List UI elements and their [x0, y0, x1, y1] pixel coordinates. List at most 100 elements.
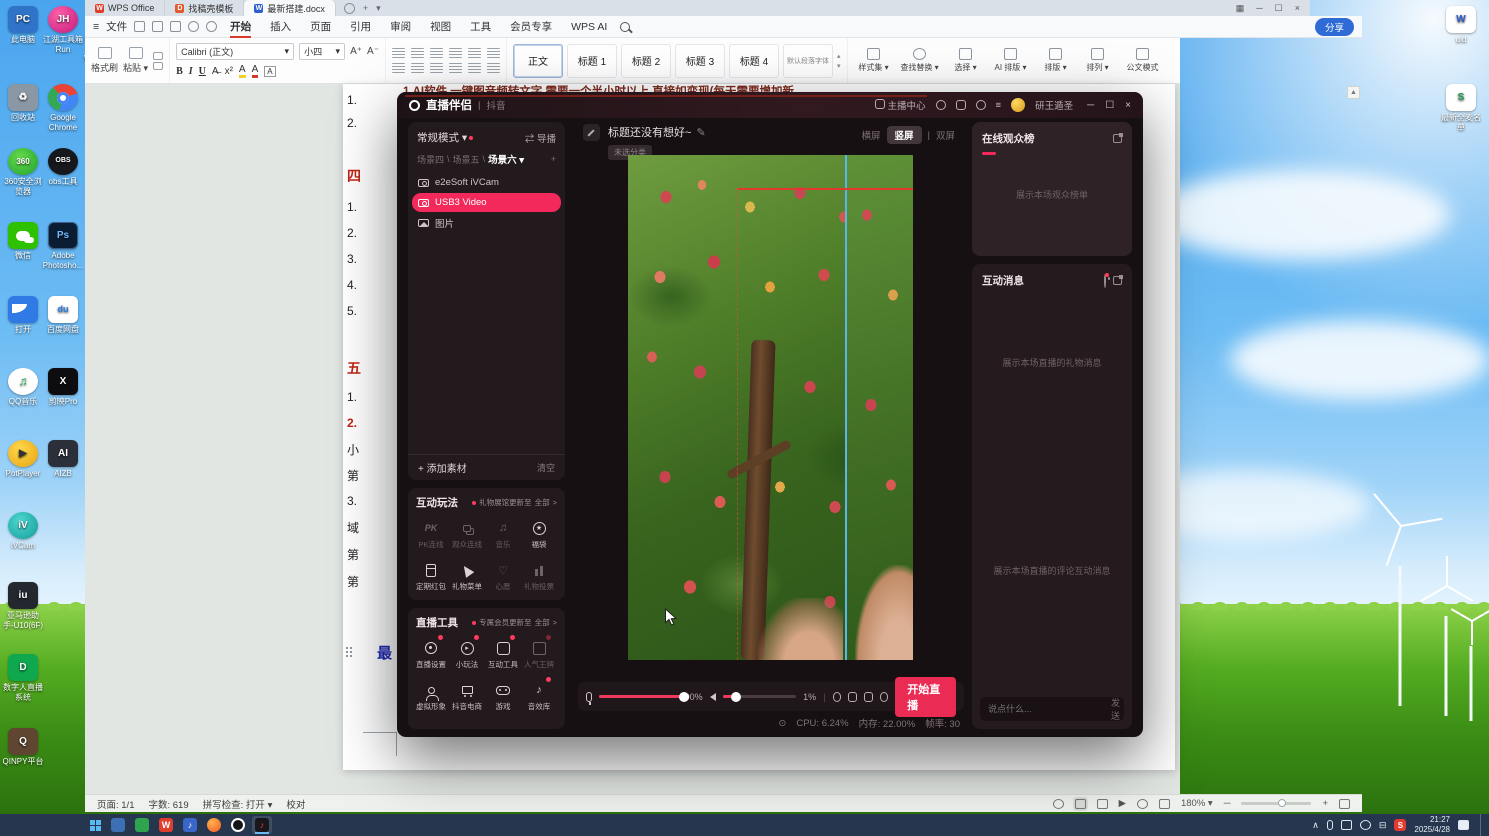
edit-title-icon[interactable]	[583, 124, 600, 141]
style-normal[interactable]: 正文	[512, 43, 563, 78]
zoom-out-button[interactable]: ─	[1224, 798, 1231, 809]
font-size-select[interactable]: 小四 ▾	[299, 43, 346, 60]
desktop-icon-chrome[interactable]: Google Chrome	[42, 84, 84, 132]
zoom-slider[interactable]	[1241, 799, 1312, 807]
ai-layout-button[interactable]: AI 排版 ▾	[988, 48, 1034, 73]
scene-tab-6-active[interactable]: 场景六 ▾	[488, 152, 524, 166]
taskbar-green-app[interactable]	[132, 816, 152, 834]
tool-popularity-card[interactable]: 人气王牌	[521, 634, 557, 676]
arrange-button[interactable]: 排列 ▾	[1078, 48, 1118, 73]
desktop-icon-baidu-netdisk[interactable]: du 百度网盘	[42, 296, 84, 335]
taskbar-live-companion-active[interactable]: ♪	[252, 816, 272, 834]
menu-tab-home[interactable]: 开始	[224, 17, 257, 38]
message-settings[interactable]	[1104, 272, 1109, 288]
send-button[interactable]: 发送	[1111, 696, 1120, 722]
stream-title[interactable]: 标题还没有想好~ ✎	[608, 124, 706, 140]
desktop-icon-jianghu-toolbox[interactable]: JH 江湖工具箱 Run	[42, 6, 84, 54]
desktop-icon-qinpy[interactable]: Q QINPY平台	[2, 728, 44, 767]
border-icon[interactable]	[486, 63, 500, 73]
scene-tab-5[interactable]: 场景五	[453, 153, 480, 166]
play-view-icon[interactable]: ▶	[1119, 798, 1126, 809]
wps-doc-tab-template[interactable]: D 找稿壳模板	[165, 0, 245, 16]
style-heading-3[interactable]: 标题 3	[674, 43, 725, 78]
annotate-icon[interactable]	[1158, 798, 1170, 809]
desktop-icon-potplayer[interactable]: ▶ PotPlayer	[2, 440, 44, 479]
save-icon[interactable]	[134, 21, 146, 32]
print-icon[interactable]	[170, 21, 182, 32]
taskbar-file-explorer[interactable]	[108, 816, 128, 834]
styles-scroll[interactable]: ▴ ▾	[837, 52, 841, 70]
bullet-list-icon[interactable]	[391, 48, 405, 58]
mode-dual[interactable]: 双屏	[936, 128, 955, 142]
director-button[interactable]: ⇄ 导播	[525, 131, 556, 145]
taskbar-music-app[interactable]: ♪	[180, 816, 200, 834]
headset-icon[interactable]	[935, 100, 946, 110]
font-name-select[interactable]: Calibri (正文) ▾	[176, 43, 295, 60]
camera-preview-video[interactable]	[628, 155, 913, 660]
scene-tab-4[interactable]: 场景四	[417, 153, 444, 166]
menu-tab-insert[interactable]: 插入	[264, 17, 297, 36]
desktop-icon-obs-tools[interactable]: OBS obs工具	[42, 148, 84, 187]
source-image[interactable]: 图片	[412, 213, 561, 232]
interact-update-link[interactable]: 礼物展馆更新至 全部 >	[472, 497, 557, 508]
outline-view-icon[interactable]	[1096, 798, 1108, 809]
indent-increase-icon[interactable]	[448, 48, 462, 58]
mode-landscape[interactable]: 横屏	[861, 128, 880, 142]
tool-games[interactable]: 游戏	[485, 676, 521, 718]
interact-gift-vote[interactable]: 礼物投票	[521, 556, 557, 598]
indent-decrease-icon[interactable]	[429, 48, 443, 58]
hamburger-icon[interactable]: ≡	[93, 21, 99, 33]
style-heading-2[interactable]: 标题 2	[620, 43, 671, 78]
interact-lucky-bag[interactable]: ★ 福袋	[521, 514, 557, 556]
official-doc-mode-button[interactable]: 公文模式	[1120, 48, 1166, 73]
camera-settings-icon[interactable]	[863, 691, 873, 702]
popout-icon[interactable]	[1113, 133, 1123, 143]
line-spacing-icon[interactable]	[467, 48, 481, 58]
tray-volume-icon[interactable]	[1359, 820, 1371, 830]
decrease-font-icon[interactable]: A⁻	[367, 46, 379, 57]
tray-ime-icon[interactable]: ⊟	[1379, 820, 1387, 831]
paste-button[interactable]: 粘贴 ▾	[123, 47, 148, 74]
clear-button[interactable]: 清空	[537, 461, 555, 474]
workspace-icon[interactable]: ▦	[1236, 3, 1245, 14]
desktop-icon-mai-list[interactable]: S 最新全麦名单	[1440, 84, 1482, 132]
notification-center-icon[interactable]	[1458, 820, 1469, 830]
desktop-icon-360-browser[interactable]: 360 360安全浏览器	[2, 148, 44, 196]
underline-button[interactable]: U	[199, 66, 206, 77]
maximize-button[interactable]: ☐	[1275, 3, 1283, 14]
tray-clock[interactable]: 21:27 2025/4/28	[1414, 815, 1450, 835]
desktop-icon-recycle-bin[interactable]: ♻ 回收站	[2, 84, 44, 123]
layout-button[interactable]: 排版 ▾	[1036, 48, 1076, 73]
interact-wish[interactable]: ♡ 心愿	[485, 556, 521, 598]
taskbar-firefox[interactable]	[204, 816, 224, 834]
start-live-button[interactable]: 开始直播	[895, 676, 957, 717]
interact-gift-menu[interactable]: 礼物菜单	[449, 556, 485, 598]
output-volume-slider[interactable]	[722, 691, 797, 702]
word-count[interactable]: 字数: 619	[149, 797, 189, 811]
page-view-icon[interactable]	[1074, 798, 1086, 809]
spell-check[interactable]: 拼写检查: 打开 ▾	[203, 797, 273, 811]
tray-mic-icon[interactable]	[1326, 820, 1333, 830]
mic-icon[interactable]	[586, 691, 593, 705]
message-input[interactable]	[988, 704, 1105, 714]
style-heading-4[interactable]: 标题 4	[728, 43, 779, 78]
tab-list-dropdown[interactable]: ▾	[376, 3, 381, 14]
find-replace-button[interactable]: 查找替换 ▾	[896, 48, 944, 73]
desktop-icon-uid-doc[interactable]: Wuid	[1440, 6, 1482, 45]
zoom-slider-knob[interactable]	[1277, 799, 1286, 807]
select-button[interactable]: 选择 ▾	[946, 48, 986, 73]
search-icon[interactable]	[620, 21, 631, 32]
export-pdf-icon[interactable]	[152, 21, 164, 32]
sort-icon[interactable]	[486, 48, 500, 58]
tray-network-icon[interactable]	[1340, 820, 1352, 830]
interact-music[interactable]: ♫ 音乐	[485, 514, 521, 556]
desktop-icon-amazon-helper[interactable]: iu 亚马逊助手-U10(6F)	[2, 582, 44, 630]
desktop-icon-wechat[interactable]: 微信	[2, 222, 44, 261]
tool-virtual-avatar[interactable]: 虚拟形象	[413, 676, 449, 718]
source-ivcam[interactable]: e2eSoft iVCam	[412, 173, 561, 192]
strikethrough-button[interactable]: A̶	[212, 66, 219, 77]
desktop-icon-qq-music[interactable]: ♫ QQ音乐	[2, 368, 44, 407]
copy-icon[interactable]	[153, 61, 164, 70]
style-set-button[interactable]: 样式集 ▾	[854, 48, 894, 73]
zoom-in-button[interactable]: +	[1322, 798, 1328, 809]
